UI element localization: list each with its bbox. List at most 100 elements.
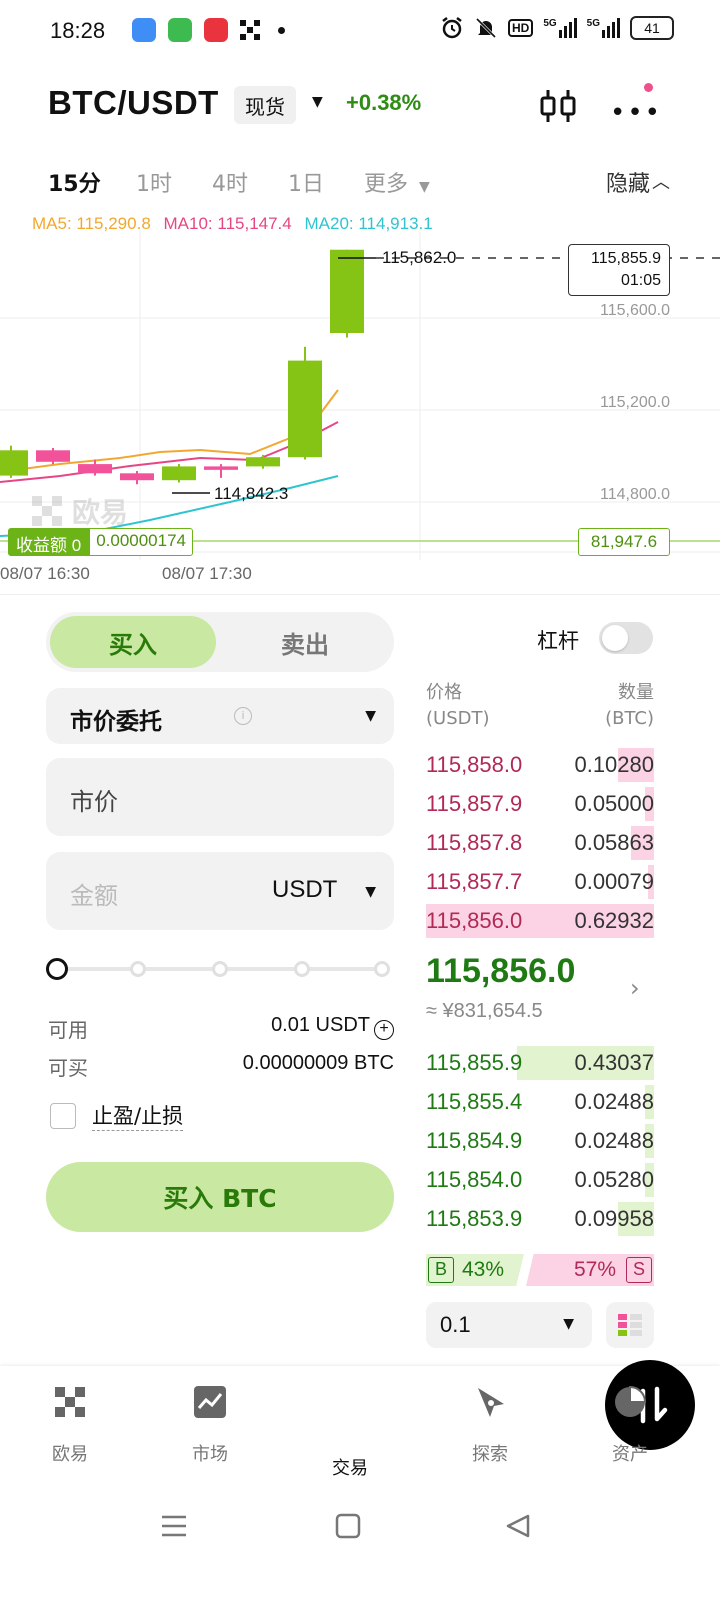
- tpsl-checkbox[interactable]: [50, 1102, 76, 1129]
- unit-caret-down-icon[interactable]: ▼: [365, 884, 376, 900]
- status-app-icons: [132, 18, 285, 42]
- ask-row[interactable]: 115,857.8 0.05863: [426, 826, 654, 860]
- pair-title[interactable]: BTC/USDT: [48, 84, 219, 122]
- slider-mark-50[interactable]: [212, 961, 228, 977]
- nav-okx-label: 欧易: [52, 1444, 88, 1465]
- nav-okx[interactable]: 欧易: [20, 1384, 120, 1466]
- pnl-tag[interactable]: 收益额 0 0.00000174: [8, 528, 194, 556]
- amount-slider[interactable]: [46, 956, 394, 982]
- order-type-value: 市价委托: [70, 709, 162, 735]
- home-icon[interactable]: [334, 1512, 362, 1540]
- can-buy-label: 可买: [48, 1056, 88, 1080]
- slider-mark-100[interactable]: [374, 961, 390, 977]
- nav-explore[interactable]: 探索: [440, 1384, 540, 1466]
- bid-qty: 0.43037: [574, 1050, 654, 1075]
- candle-body: [78, 464, 112, 474]
- slider-mark-75[interactable]: [294, 961, 310, 977]
- low-price-label: 114,842.3: [214, 484, 289, 503]
- depth-precision-select[interactable]: 0.1 ▼: [426, 1302, 592, 1348]
- y-tick-1: 115,600.0: [600, 302, 670, 319]
- tab-more-caret-icon: ▼: [419, 179, 430, 195]
- app-red-news-icon: [204, 18, 228, 42]
- amount-unit[interactable]: USDT: [272, 876, 337, 904]
- depth-value: 0.1: [440, 1312, 471, 1337]
- chevron-up-icon[interactable]: ︿: [652, 168, 670, 194]
- info-icon[interactable]: i: [234, 707, 252, 725]
- price-field-value: 市价: [70, 788, 118, 816]
- qty-unit: (BTC): [605, 708, 654, 729]
- bid-row[interactable]: 115,855.9 0.43037: [426, 1046, 654, 1080]
- battery-icon: 41: [630, 16, 674, 40]
- leverage-label: 杠杆: [537, 629, 579, 653]
- slider-handle[interactable]: [46, 958, 68, 980]
- tab-more[interactable]: 更多 ▼: [364, 166, 430, 198]
- ask-qty: 0.00079: [574, 869, 654, 894]
- candle-countdown: 01:05: [620, 272, 661, 289]
- kline-chart[interactable]: 欧易 MA5: 115,290.8 MA10: 115,147.4 MA20: …: [0, 210, 720, 594]
- order-type-select[interactable]: 市价委托 i ▼: [46, 688, 394, 744]
- ask-row[interactable]: 115,857.7 0.00079: [426, 865, 654, 899]
- book-layout-button[interactable]: [606, 1302, 654, 1348]
- slider-mark-25[interactable]: [130, 961, 146, 977]
- ask-qty: 0.05000: [574, 791, 654, 816]
- candle-body: [204, 466, 238, 470]
- tab-4h[interactable]: 4时: [212, 166, 248, 198]
- leverage-toggle[interactable]: [599, 622, 653, 654]
- ask-row[interactable]: 115,856.0 0.62932: [426, 904, 654, 938]
- toggle-knob: [602, 625, 628, 651]
- candle-body: [36, 450, 70, 462]
- nav-market[interactable]: 市场: [160, 1384, 260, 1466]
- hide-chart-button[interactable]: 隐藏: [606, 166, 650, 198]
- bid-row[interactable]: 115,853.9 0.09958: [426, 1202, 654, 1236]
- ask-price: 115,857.8: [426, 830, 523, 855]
- candle-body: [162, 466, 196, 481]
- buy-btc-button[interactable]: 买入 BTC: [46, 1162, 394, 1232]
- ma5-label: MA5: 115,290.8: [32, 214, 151, 233]
- market-type-tag[interactable]: 现货: [234, 86, 296, 124]
- buy-tab[interactable]: 买入: [50, 616, 216, 668]
- last-price[interactable]: 115,856.0: [426, 952, 575, 991]
- y-tick-3: 114,800.0: [600, 486, 670, 503]
- bid-row[interactable]: 115,854.0 0.05280: [426, 1163, 654, 1197]
- chart-divider: [0, 594, 720, 595]
- ask-qty: 0.10280: [574, 752, 654, 777]
- pnl-label: 收益额 0: [8, 528, 90, 556]
- tpsl-row[interactable]: 止盈/止损: [50, 1100, 184, 1131]
- battery-level: 41: [644, 20, 660, 36]
- bid-row[interactable]: 115,855.4 0.02488: [426, 1085, 654, 1119]
- candle-body: [330, 249, 364, 333]
- ask-row[interactable]: 115,857.9 0.05000: [426, 787, 654, 821]
- back-icon[interactable]: [504, 1512, 532, 1540]
- last-price-cny: ≈ ¥831,654.5: [426, 1000, 543, 1022]
- more-options-icon[interactable]: •••: [610, 98, 662, 128]
- pair-dropdown-icon[interactable]: ▼: [312, 94, 323, 110]
- bid-row[interactable]: 115,854.9 0.02488: [426, 1124, 654, 1158]
- price-change: +0.38%: [346, 90, 422, 115]
- available-value-wrap: 0.01 USDT +: [271, 1014, 394, 1040]
- bid-price: 115,853.9: [426, 1206, 523, 1231]
- buy-badge: B: [428, 1257, 454, 1283]
- candle-body: [120, 473, 154, 481]
- amount-field[interactable]: 金额 USDT ▼: [46, 852, 394, 930]
- add-funds-icon[interactable]: +: [374, 1020, 394, 1040]
- buy-sell-ratio: B 43% 57% S: [426, 1254, 654, 1286]
- tpsl-label[interactable]: 止盈/止损: [92, 1100, 184, 1131]
- bid-price: 115,855.9: [426, 1050, 523, 1075]
- mute-bell-icon: [475, 17, 497, 39]
- candlestick-chart-icon[interactable]: [538, 86, 578, 126]
- pnl-price-tag: 81,947.6: [578, 528, 670, 556]
- nav-trade[interactable]: 交易: [300, 1360, 695, 1480]
- menu-icon[interactable]: [160, 1512, 188, 1540]
- tab-15m[interactable]: 15分: [48, 166, 101, 198]
- notification-dot: [644, 83, 653, 92]
- nav-assets[interactable]: 资产: [580, 1384, 680, 1466]
- chevron-right-icon[interactable]: ›: [630, 974, 640, 1002]
- tab-1h[interactable]: 1时: [136, 166, 172, 198]
- sell-tab[interactable]: 卖出: [222, 616, 388, 668]
- net2-label: 5G: [586, 18, 600, 29]
- ask-row[interactable]: 115,858.0 0.10280: [426, 748, 654, 782]
- bottom-nav: 欧易 市场 交易 探索 资产: [0, 1360, 720, 1486]
- nav-market-label: 市场: [192, 1444, 228, 1465]
- ask-price: 115,858.0: [426, 752, 523, 777]
- tab-1d[interactable]: 1日: [288, 166, 324, 198]
